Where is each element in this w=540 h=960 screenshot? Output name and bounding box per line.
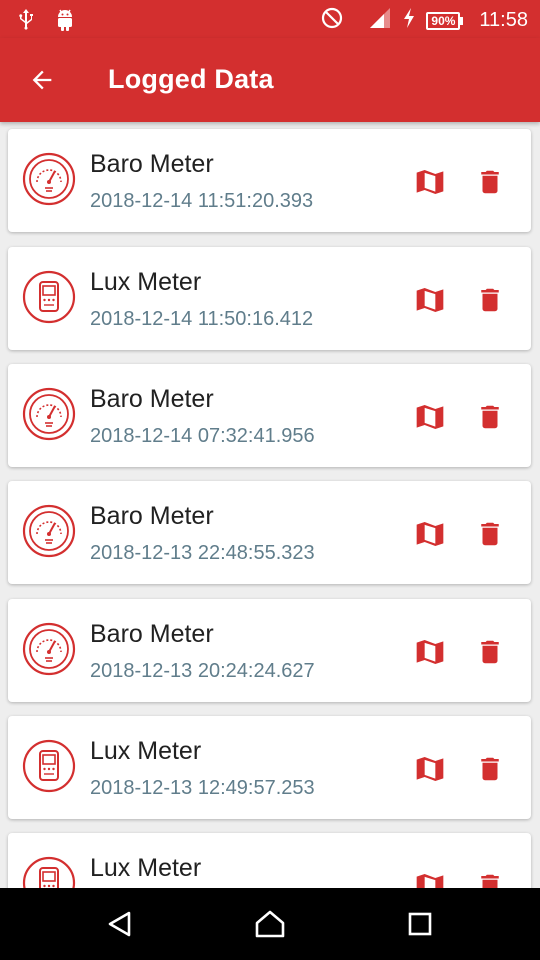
android-icon: [54, 7, 76, 38]
item-timestamp: 2018-12-13 22:48:55.323: [90, 542, 315, 564]
delete-icon: [481, 405, 499, 429]
app-bar: Logged Data: [0, 38, 540, 122]
delete-icon: [481, 288, 499, 312]
map-button[interactable]: [412, 634, 448, 670]
map-button[interactable]: [412, 399, 448, 435]
item-timestamp: 2018-12-14 07:32:41.956: [90, 425, 315, 447]
map-icon: [416, 874, 444, 888]
item-timestamp: 2018-12-13 12:49:57.253: [90, 777, 315, 799]
map-button[interactable]: [412, 164, 448, 200]
delete-icon: [481, 640, 499, 664]
status-right-icons: 90% 11:58: [320, 6, 528, 35]
map-icon: [416, 170, 444, 194]
item-name: Baro Meter: [90, 150, 214, 178]
navigation-bar: [0, 888, 540, 960]
map-button[interactable]: [412, 751, 448, 787]
list-item[interactable]: Baro Meter 2018-12-14 11:51:20.393: [8, 129, 531, 232]
nav-recents-button[interactable]: [400, 904, 440, 944]
delete-button[interactable]: [472, 634, 508, 670]
map-icon: [416, 405, 444, 429]
barometer-icon: [22, 387, 76, 441]
item-name: Baro Meter: [90, 502, 214, 530]
list-item[interactable]: Lux Meter 2018-12-14 11:50:16.412: [8, 247, 531, 350]
status-left-icons: [16, 7, 76, 38]
status-bar: 90% 11:58: [0, 0, 540, 38]
lux-meter-icon: [22, 856, 76, 888]
item-name: Baro Meter: [90, 385, 214, 413]
battery-icon: 90%: [426, 11, 464, 30]
delete-icon: [481, 757, 499, 781]
delete-icon: [481, 170, 499, 194]
item-timestamp: 2018-12-14 11:51:20.393: [90, 190, 314, 212]
map-icon: [416, 640, 444, 664]
charging-icon: [402, 7, 416, 34]
status-clock: 11:58: [479, 9, 528, 31]
home-circle-icon: [255, 910, 285, 938]
barometer-icon: [22, 622, 76, 676]
delete-icon: [481, 874, 499, 888]
delete-button[interactable]: [472, 868, 508, 888]
item-name: Baro Meter: [90, 620, 214, 648]
do-not-disturb-icon: [320, 6, 344, 35]
usb-icon: [16, 7, 36, 38]
barometer-icon: [22, 504, 76, 558]
map-icon: [416, 288, 444, 312]
item-timestamp: 2018-12-14 11:50:16.412: [90, 308, 314, 330]
arrow-back-icon: [32, 70, 52, 90]
page-title: Logged Data: [108, 64, 274, 94]
map-icon: [416, 757, 444, 781]
lux-meter-icon: [22, 739, 76, 793]
barometer-icon: [22, 152, 76, 206]
battery-level: 90%: [431, 13, 456, 28]
item-name: Lux Meter: [90, 737, 202, 765]
back-triangle-icon: [108, 911, 131, 937]
item-name: Lux Meter: [90, 268, 202, 296]
list-item[interactable]: Lux Meter: [8, 833, 531, 888]
delete-button[interactable]: [472, 516, 508, 552]
map-icon: [416, 522, 444, 546]
delete-button[interactable]: [472, 282, 508, 318]
logged-data-list[interactable]: Baro Meter 2018-12-14 11:51:20.393 Lux M…: [0, 122, 540, 888]
signal-icon: [368, 6, 392, 35]
list-item[interactable]: Baro Meter 2018-12-13 22:48:55.323: [8, 481, 531, 584]
delete-button[interactable]: [472, 751, 508, 787]
list-item[interactable]: Lux Meter 2018-12-13 12:49:57.253: [8, 716, 531, 819]
delete-button[interactable]: [472, 399, 508, 435]
delete-button[interactable]: [472, 164, 508, 200]
nav-home-button[interactable]: [250, 904, 290, 944]
list-item[interactable]: Baro Meter 2018-12-13 20:24:24.627: [8, 599, 531, 702]
item-name: Lux Meter: [90, 854, 202, 882]
item-timestamp: 2018-12-13 20:24:24.627: [90, 660, 315, 682]
delete-icon: [481, 522, 499, 546]
map-button[interactable]: [412, 516, 448, 552]
map-button[interactable]: [412, 282, 448, 318]
list-item[interactable]: Baro Meter 2018-12-14 07:32:41.956: [8, 364, 531, 467]
map-button[interactable]: [412, 868, 448, 888]
nav-back-button[interactable]: [100, 904, 140, 944]
back-button[interactable]: [22, 60, 62, 100]
lux-meter-icon: [22, 270, 76, 324]
recents-square-icon: [408, 912, 432, 936]
